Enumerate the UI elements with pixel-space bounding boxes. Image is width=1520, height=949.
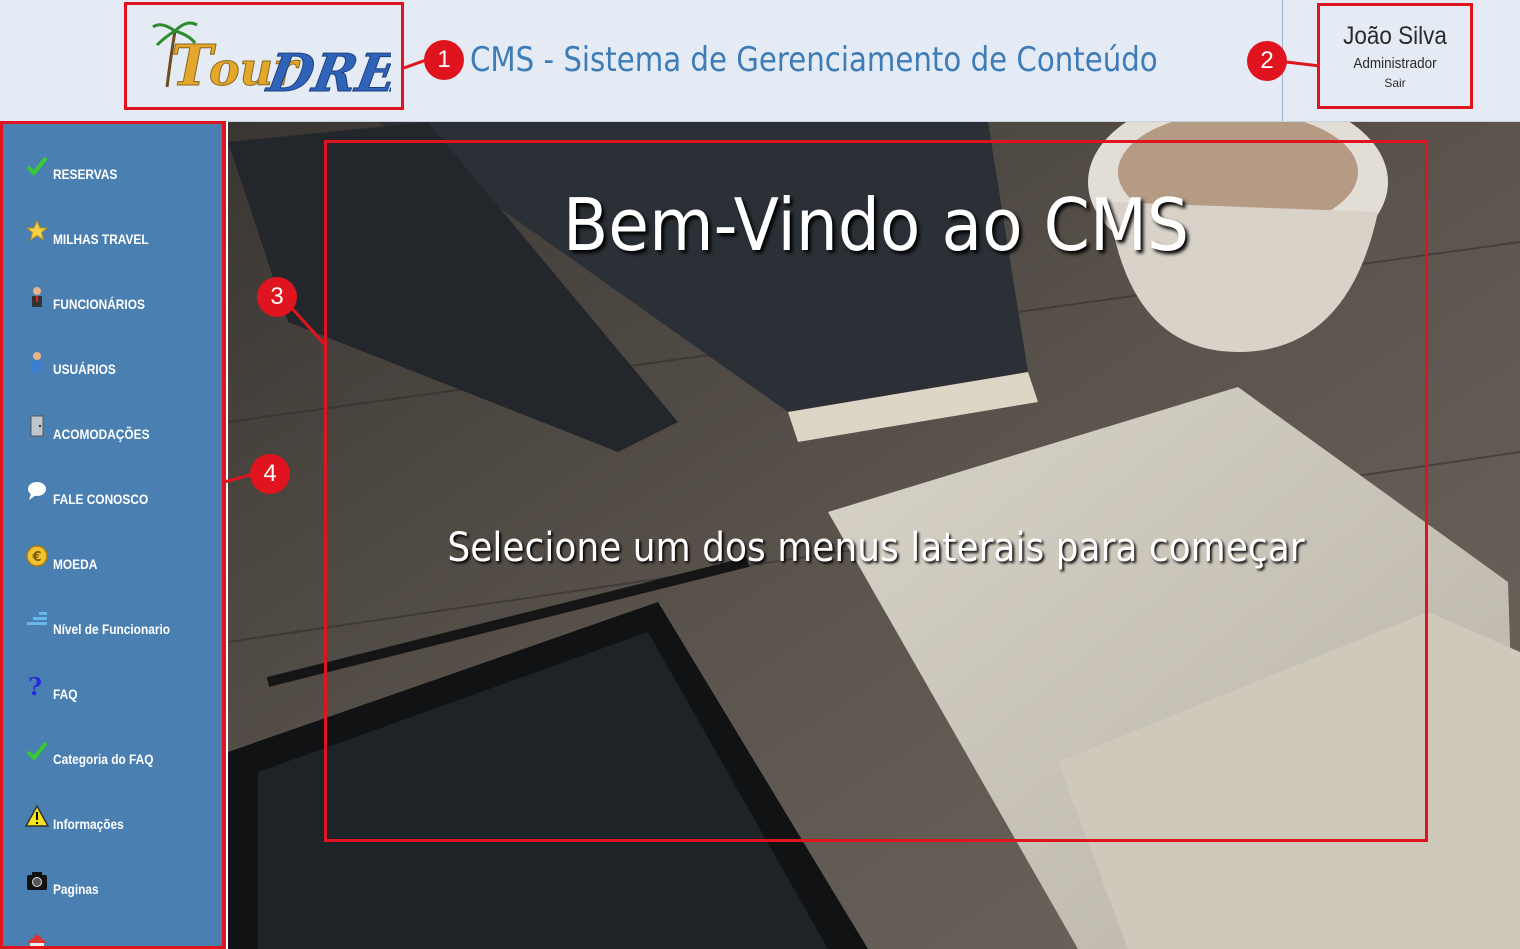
app-title: CMS - Sistema de Gerenciamento de Conteú…: [470, 40, 1158, 80]
welcome-subtitle: Selecione um dos menus laterais para com…: [447, 525, 1305, 571]
sidebar-item-label: ACOMODAÇÕES: [53, 426, 150, 442]
welcome-panel: Bem-Vindo ao CMS Selecione um dos menus …: [324, 140, 1428, 842]
sidebar-item-label: MOEDA: [53, 556, 98, 572]
callout-1-connector: [404, 58, 426, 70]
user-role: Administrador: [1353, 55, 1437, 72]
sidebar-item-label: RESERVAS: [53, 166, 118, 182]
checkmark-icon: [26, 156, 48, 176]
main-content: Bem-Vindo ao CMS Selecione um dos menus …: [228, 122, 1520, 949]
sidebar-item-label: MILHAS TRAVEL: [53, 231, 149, 247]
logo-area: T our DREAMS: [124, 2, 404, 110]
user-panel: João Silva Administrador Sair: [1317, 3, 1473, 109]
door-icon: [30, 415, 44, 437]
sidebar-item-categoria-faq[interactable]: Categoria do FAQ: [25, 739, 215, 769]
sidebar-item-moeda[interactable]: € MOEDA: [25, 544, 215, 574]
sidebar-item-label: Nível de Funcionario: [53, 621, 171, 637]
sidebar-item-label: FUNCIONÁRIOS: [53, 296, 145, 312]
sidebar-item-label: Paginas: [53, 881, 99, 897]
sidebar-item-label: USUÁRIOS: [53, 361, 116, 377]
sidebar-item-nivel-funcionario[interactable]: Nível de Funcionario: [25, 609, 215, 639]
sidebar-item-informacoes[interactable]: Informações: [25, 804, 215, 834]
welcome-heading: Bem-Vindo ao CMS: [562, 183, 1190, 267]
house-icon: [27, 934, 47, 946]
callout-4: 4: [250, 454, 290, 494]
chat-bubble-icon: [28, 482, 46, 500]
user-name: João Silva: [1343, 22, 1447, 50]
callout-1: 1: [424, 40, 464, 80]
sidebar-menu: RESERVAS MILHAS TRAVEL FUNCIONÁRIOS USUÁ…: [0, 121, 226, 949]
euro-coin-icon: €: [26, 545, 48, 567]
svg-text:€: €: [31, 550, 41, 565]
callout-3-connector: [290, 306, 328, 348]
warning-icon: [25, 804, 49, 827]
sidebar-item-label: Informações: [53, 816, 124, 832]
sidebar-item-milhas-travel[interactable]: MILHAS TRAVEL: [25, 219, 215, 249]
employee-icon: [32, 287, 42, 307]
sidebar-item-label: FAQ: [53, 686, 78, 702]
question-mark-icon: ?: [28, 674, 42, 698]
svg-text:DREAMS: DREAMS: [261, 43, 391, 95]
sidebar-item-reservas[interactable]: RESERVAS: [25, 154, 215, 184]
sidebar-item-label: FALE CONOSCO: [53, 491, 149, 507]
user-icon: [32, 352, 42, 372]
sidebar-item-fale-conosco[interactable]: FALE CONOSCO: [25, 479, 215, 509]
checkmark-icon: [26, 741, 48, 761]
sidebar-item-usuarios[interactable]: USUÁRIOS: [25, 349, 215, 379]
svg-text:?: ?: [28, 674, 42, 698]
callout-2-connector: [1286, 60, 1320, 68]
sidebar-item-paginas[interactable]: Paginas: [25, 869, 215, 899]
sidebar-item-partial[interactable]: [25, 932, 215, 946]
sidebar-item-faq[interactable]: ? FAQ: [25, 674, 215, 704]
camera-icon: [27, 872, 47, 890]
callout-4-connector: [224, 472, 254, 484]
star-icon: [25, 219, 49, 242]
levels-icon: [27, 612, 47, 625]
sidebar-item-funcionarios[interactable]: FUNCIONÁRIOS: [25, 284, 215, 314]
sidebar-item-acomodacoes[interactable]: ACOMODAÇÕES: [25, 414, 215, 444]
tourdreams-logo[interactable]: T our DREAMS: [151, 15, 391, 95]
sidebar-item-label: Categoria do FAQ: [53, 751, 154, 767]
callout-2: 2: [1247, 41, 1287, 81]
logout-link[interactable]: Sair: [1320, 76, 1470, 90]
